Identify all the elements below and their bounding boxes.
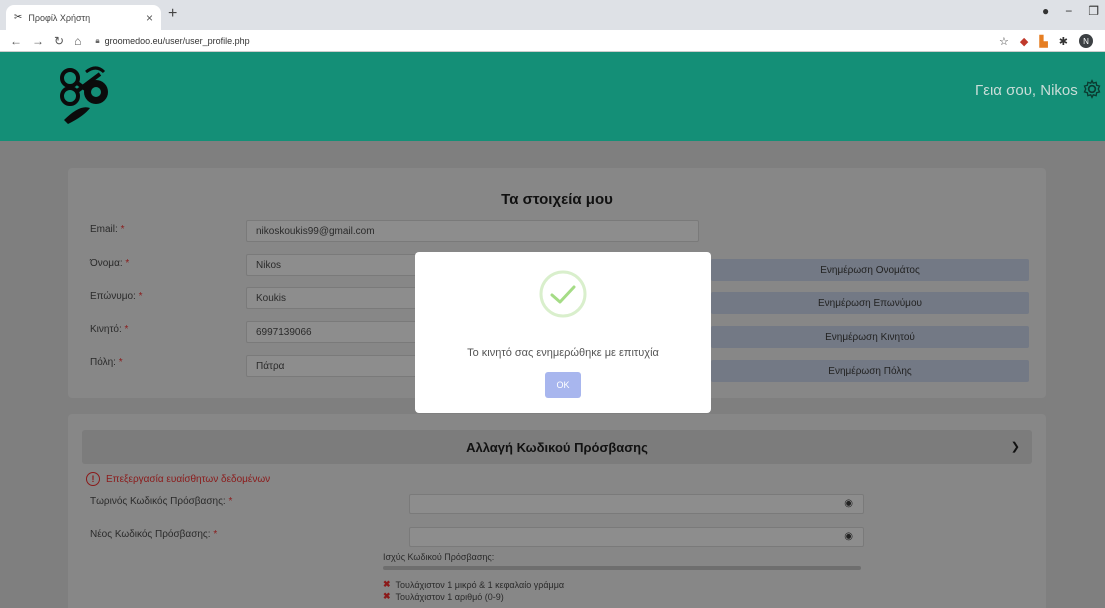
reload-icon[interactable]: ↻: [54, 34, 64, 48]
last-name-label: Επώνυμο: *: [90, 291, 143, 302]
restore-icon[interactable]: ❐: [1088, 4, 1099, 18]
email-field[interactable]: nikoskoukis99@gmail.com: [246, 220, 699, 242]
profile-title: Τα στοιχεία μου: [501, 191, 613, 208]
modal-message: Το κινητό σας ενημερώθηκε με επιτυχία: [467, 347, 659, 359]
ok-button[interactable]: OK: [545, 372, 581, 398]
password-rule: ✖ Τουλάχιστον 1 αριθμό (0-9): [383, 591, 504, 602]
scissors-logo-icon[interactable]: [56, 64, 120, 128]
address-bar: ← → ↻ ⌂ 🔒︎ groomedoo.eu/user/user_profil…: [0, 30, 1105, 52]
strength-bar: [383, 566, 861, 570]
warning-icon: !: [86, 472, 100, 486]
window-controls: ● − ❐: [1042, 4, 1099, 18]
chevron-down-icon[interactable]: ❯: [1011, 440, 1020, 453]
chrome-menu-icon[interactable]: ●: [1042, 4, 1049, 18]
user-greeting: Γεια σου, Nikos: [975, 82, 1078, 99]
forward-icon[interactable]: →: [32, 34, 44, 48]
new-password-input[interactable]: ◉: [409, 527, 864, 547]
extensions: ☆ ◆ ▙ ✱ N: [999, 34, 1093, 48]
update-first-name-button[interactable]: Ενημέρωση Ονομάτος: [711, 259, 1029, 281]
email-label: Email: *: [90, 224, 125, 235]
extension-icon[interactable]: ◆: [1020, 35, 1028, 48]
eye-icon[interactable]: ◉: [844, 498, 853, 509]
cross-icon: ✖: [383, 591, 391, 601]
password-rule: ✖ Τουλάχιστον 1 μικρό & 1 κεφαλαίο γράμμ…: [383, 579, 565, 590]
sensitive-note-text: Επεξεργασία ευαίσθητων δεδομένων: [106, 473, 271, 485]
new-tab-button[interactable]: +: [168, 5, 177, 23]
password-card: Αλλαγή Κωδικού Πρόσβασης ❯ ! Επεξεργασία…: [68, 414, 1046, 608]
success-modal: Το κινητό σας ενημερώθηκε με επιτυχία OK: [415, 252, 711, 413]
puzzle-icon[interactable]: ✱: [1059, 35, 1068, 48]
lock-icon: 🔒︎: [95, 35, 100, 45]
url-field[interactable]: 🔒︎ groomedoo.eu/user/user_profile.php: [95, 36, 249, 46]
home-icon[interactable]: ⌂: [74, 34, 81, 48]
tab-title: Προφίλ Χρήστη: [28, 12, 91, 23]
profile-avatar[interactable]: N: [1079, 34, 1093, 48]
update-city-button[interactable]: Ενημέρωση Πόλης: [711, 360, 1029, 382]
browser-tab[interactable]: ✂ Προφίλ Χρήστη ×: [6, 5, 161, 30]
current-password-label: Τωρινός Κωδικός Πρόσβασης: *: [90, 496, 233, 507]
site-favicon-icon: ✂: [14, 12, 23, 23]
current-password-input[interactable]: ◉: [409, 494, 864, 514]
sensitive-data-notice: ! Επεξεργασία ευαίσθητων δεδομένων: [86, 472, 270, 486]
city-label: Πόλη: *: [90, 357, 123, 368]
success-check-icon: [539, 270, 587, 318]
cross-icon: ✖: [383, 579, 391, 589]
back-icon[interactable]: ←: [10, 34, 22, 48]
password-section-header[interactable]: Αλλαγή Κωδικού Πρόσβασης ❯: [82, 430, 1032, 464]
tab-close-icon[interactable]: ×: [146, 11, 153, 25]
site-header: Γεια σου, Nikos: [0, 52, 1105, 141]
password-title: Αλλαγή Κωδικού Πρόσβασης: [466, 440, 648, 455]
browser-tab-bar: ✂ Προφίλ Χρήστη × + ● − ❐: [0, 0, 1105, 30]
bookmark-star-icon[interactable]: ☆: [999, 35, 1009, 48]
strength-label: Ισχύς Κωδικού Πρόσβασης:: [383, 552, 495, 562]
minimize-icon[interactable]: −: [1065, 4, 1072, 18]
update-mobile-button[interactable]: Ενημέρωση Κινητού: [711, 326, 1029, 348]
extension-icon[interactable]: ▙: [1039, 35, 1047, 48]
url-text: groomedoo.eu/user/user_profile.php: [104, 35, 250, 46]
gear-icon[interactable]: [1082, 79, 1102, 99]
mobile-label: Κινητό: *: [90, 324, 129, 335]
eye-icon[interactable]: ◉: [844, 531, 853, 542]
update-last-name-button[interactable]: Ενημέρωση Επωνύμου: [711, 292, 1029, 314]
page-content: Γεια σου, Nikos Τα στοιχεία μου Email: *…: [0, 52, 1105, 608]
first-name-label: Όνομα: *: [90, 258, 130, 269]
new-password-label: Νέος Κωδικός Πρόσβασης: *: [90, 529, 218, 540]
